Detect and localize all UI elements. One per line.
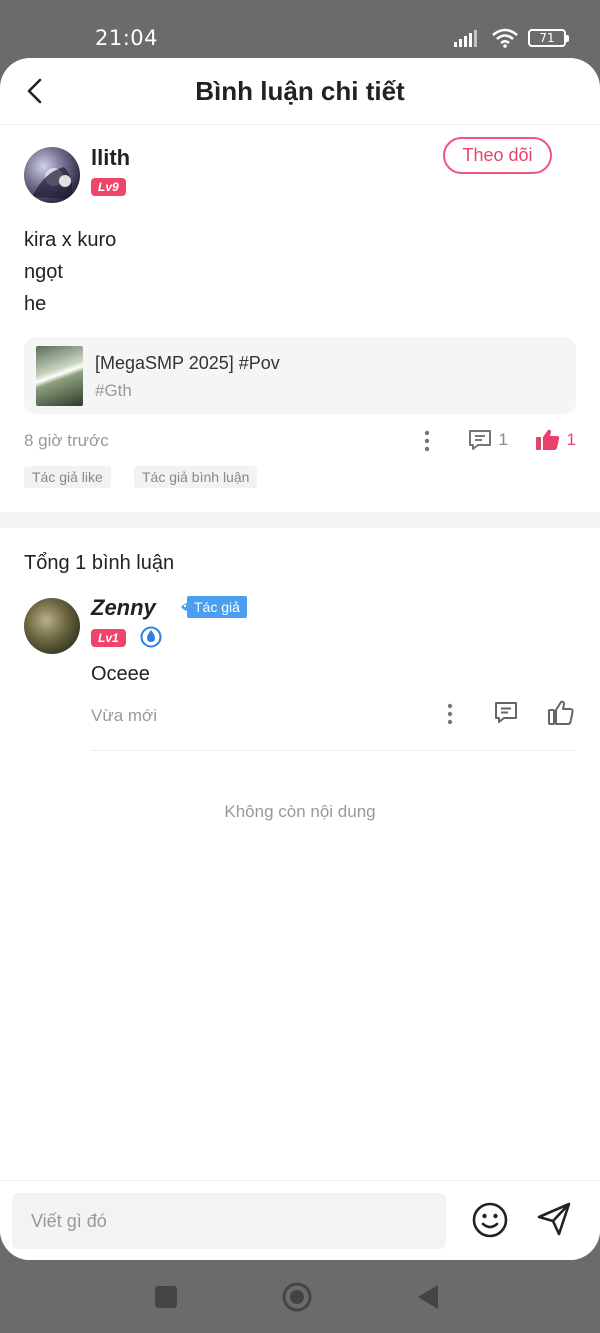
emoji-button[interactable] bbox=[471, 1201, 509, 1244]
battery-icon: 71 bbox=[528, 29, 569, 47]
post-content-line: he bbox=[24, 293, 47, 315]
comments-section: Tổng 1 bình luận Zenny Tác giả Lv1 Oceee… bbox=[0, 552, 600, 822]
page-title: Bình luận chi tiết bbox=[195, 76, 405, 106]
comment-input-bar bbox=[0, 1180, 600, 1260]
post-author: llith Lv9 Theo dõi bbox=[24, 125, 576, 215]
like-button[interactable]: 1 bbox=[535, 427, 576, 453]
tag-author-liked: Tác giả like bbox=[24, 466, 111, 488]
status-time: 21:04 bbox=[95, 26, 159, 50]
follow-button[interactable]: Theo dõi bbox=[443, 137, 552, 174]
post-content-line: kira x kuro bbox=[24, 229, 117, 251]
story-thumbnail bbox=[36, 346, 83, 406]
comments-total: Tổng 1 bình luận bbox=[24, 552, 175, 574]
header: Bình luận chi tiết bbox=[0, 58, 600, 125]
status-icons: 71 bbox=[454, 28, 569, 48]
comment-icon bbox=[495, 702, 517, 723]
send-icon bbox=[537, 1202, 571, 1236]
story-tag: #Gth bbox=[95, 381, 132, 400]
more-vertical-icon bbox=[424, 430, 430, 452]
linked-story-card[interactable]: [MegaSMP 2025] #Pov #Gth bbox=[24, 337, 576, 414]
post-tags: Tác giả like Tác giả bình luận bbox=[24, 466, 576, 502]
comment-item: Zenny Tác giả Lv1 Oceee Vừa mới bbox=[24, 586, 576, 776]
comment-count: 1 bbox=[498, 430, 508, 449]
comment-like-button[interactable] bbox=[547, 699, 575, 732]
smiley-icon bbox=[472, 1202, 508, 1238]
comment-time: Vừa mới bbox=[91, 706, 157, 725]
avatar-image bbox=[32, 167, 73, 199]
author-tag: Tác giả bbox=[187, 596, 247, 618]
post-time: 8 giờ trước bbox=[24, 431, 109, 450]
system-nav-bar bbox=[0, 1260, 600, 1333]
level-badge: Lv9 bbox=[91, 178, 126, 196]
comment-input[interactable] bbox=[12, 1193, 446, 1249]
more-vertical-icon bbox=[447, 703, 453, 725]
recents-button[interactable] bbox=[155, 1286, 177, 1308]
post: llith Lv9 Theo dõi kira x kuro ngọt he [… bbox=[0, 125, 600, 502]
post-content-line: ngọt bbox=[24, 261, 63, 283]
verified-badge-icon bbox=[140, 626, 162, 648]
reply-button[interactable] bbox=[493, 700, 519, 731]
more-options-button[interactable] bbox=[421, 429, 433, 453]
section-divider bbox=[0, 512, 600, 528]
like-count: 1 bbox=[566, 430, 576, 449]
comment-more-button[interactable] bbox=[444, 702, 456, 726]
post-content: kira x kuro ngọt he bbox=[24, 224, 576, 320]
wifi-icon bbox=[492, 28, 518, 48]
signal-icon bbox=[454, 30, 477, 47]
end-of-content: Không còn nội dung bbox=[224, 802, 376, 821]
system-back-button[interactable] bbox=[416, 1284, 440, 1315]
comment-text: Oceee bbox=[91, 663, 150, 685]
status-bar: 21:04 71 bbox=[0, 0, 600, 60]
tag-author-commented: Tác giả bình luận bbox=[134, 466, 258, 488]
comment-icon bbox=[468, 430, 491, 450]
story-title: [MegaSMP 2025] #Pov bbox=[95, 353, 280, 373]
comment-button[interactable]: 1 bbox=[467, 427, 508, 453]
send-button[interactable] bbox=[535, 1200, 573, 1243]
avatar[interactable] bbox=[24, 598, 80, 654]
avatar[interactable] bbox=[24, 147, 80, 203]
comment-divider bbox=[91, 750, 576, 751]
post-meta: 8 giờ trước 1 1 bbox=[24, 414, 576, 466]
home-circle-icon bbox=[282, 1282, 312, 1312]
comment-detail-screen: Bình luận chi tiết llith Lv9 Theo dõi ki… bbox=[0, 58, 600, 1260]
triangle-back-icon bbox=[418, 1285, 438, 1309]
home-button[interactable] bbox=[282, 1282, 312, 1317]
thumbs-up-outline-icon bbox=[548, 700, 574, 725]
author-name[interactable]: llith bbox=[91, 145, 130, 171]
level-badge: Lv1 bbox=[91, 629, 126, 647]
thumbs-up-icon bbox=[535, 429, 559, 450]
commenter-name[interactable]: Zenny bbox=[91, 595, 156, 621]
